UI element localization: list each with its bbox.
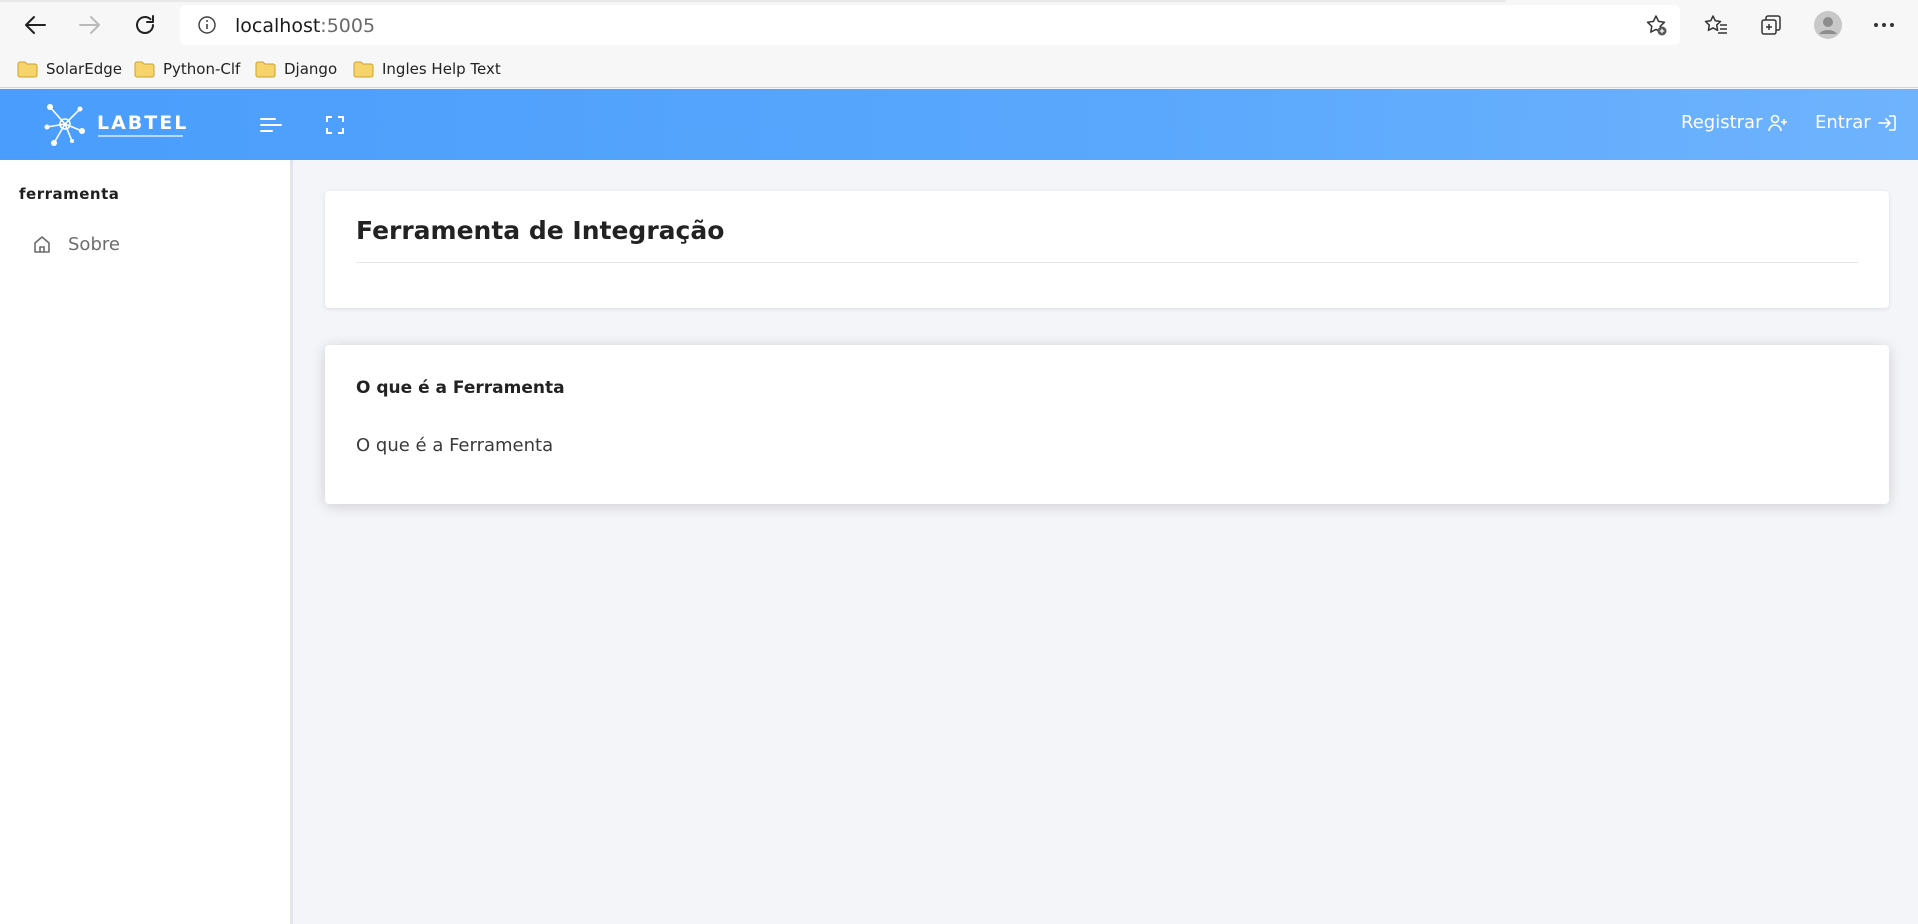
sidebar: ferramenta Sobre — [0, 160, 293, 924]
bookmark-label: SolarEdge — [46, 60, 122, 78]
register-label: Registrar — [1681, 112, 1763, 133]
sign-in-icon — [1877, 114, 1896, 131]
url-text[interactable]: localhost:5005 — [235, 15, 375, 37]
url-host: localhost — [235, 15, 321, 37]
arrow-right-icon — [79, 16, 100, 34]
app-header: LABTEL Registrar Entrar — [0, 89, 1918, 160]
favorites-button[interactable] — [1699, 9, 1733, 41]
add-favorite-icon[interactable] — [1644, 13, 1668, 37]
register-link[interactable]: Registrar — [1681, 112, 1788, 133]
network-logo-icon — [44, 104, 85, 146]
collections-icon — [1761, 15, 1781, 35]
login-label: Entrar — [1815, 112, 1871, 133]
page-title-card: Ferramenta de Integração — [325, 191, 1889, 308]
info-card: O que é a Ferramenta O que é a Ferrament… — [325, 345, 1889, 504]
divider — [356, 262, 1858, 263]
back-button[interactable] — [18, 9, 52, 41]
info-body: O que é a Ferramenta — [356, 435, 554, 456]
bookmark-solaredge[interactable]: SolarEdge — [17, 57, 122, 81]
logo[interactable]: LABTEL — [42, 99, 187, 149]
fullscreen-button[interactable] — [320, 111, 350, 139]
bookmark-python-clf[interactable]: Python-Clf — [134, 57, 240, 81]
more-options-button[interactable] — [1867, 9, 1901, 41]
user-plus-icon — [1768, 114, 1788, 131]
bookmark-label: Python-Clf — [163, 60, 241, 78]
folder-icon — [17, 61, 38, 77]
sidebar-item-sobre[interactable]: Sobre — [32, 232, 120, 256]
bookmark-label: Ingles Help Text — [382, 60, 501, 78]
avatar-icon — [1814, 11, 1842, 39]
info-heading: O que é a Ferramenta — [356, 378, 565, 398]
logo-text: LABTEL — [97, 112, 189, 134]
favorites-icon — [1704, 15, 1727, 34]
profile-button[interactable] — [1811, 9, 1845, 41]
bookmarks-bar: SolarEdge Python-Clf Django Ingles Help … — [0, 50, 1918, 88]
menu-toggle-button[interactable] — [256, 111, 286, 139]
sidebar-item-label: Sobre — [68, 233, 120, 255]
home-icon — [34, 236, 50, 253]
arrow-left-icon — [25, 16, 46, 34]
sidebar-heading: ferramenta — [19, 185, 120, 203]
loading-line — [0, 0, 1506, 2]
address-bar[interactable]: localhost:5005 — [180, 5, 1680, 45]
bookmark-django[interactable]: Django — [255, 57, 337, 81]
url-port: :5005 — [320, 15, 376, 37]
bookmark-label: Django — [284, 60, 338, 78]
logo-tagline — [98, 135, 183, 137]
more-horizontal-icon — [1874, 23, 1894, 27]
reload-button[interactable] — [128, 9, 162, 41]
forward-button[interactable] — [73, 9, 107, 41]
fullscreen-icon — [326, 116, 344, 134]
login-link[interactable]: Entrar — [1815, 112, 1897, 133]
menu-icon — [260, 118, 282, 132]
info-icon[interactable] — [197, 15, 217, 35]
collections-button[interactable] — [1754, 9, 1788, 41]
bookmark-ingles-help-text[interactable]: Ingles Help Text — [353, 57, 501, 81]
page-title: Ferramenta de Integração — [356, 216, 725, 245]
folder-icon — [134, 61, 155, 77]
reload-icon — [136, 15, 154, 34]
browser-toolbar: localhost:5005 — [0, 0, 1918, 50]
folder-icon — [255, 61, 276, 77]
folder-icon — [353, 61, 374, 77]
